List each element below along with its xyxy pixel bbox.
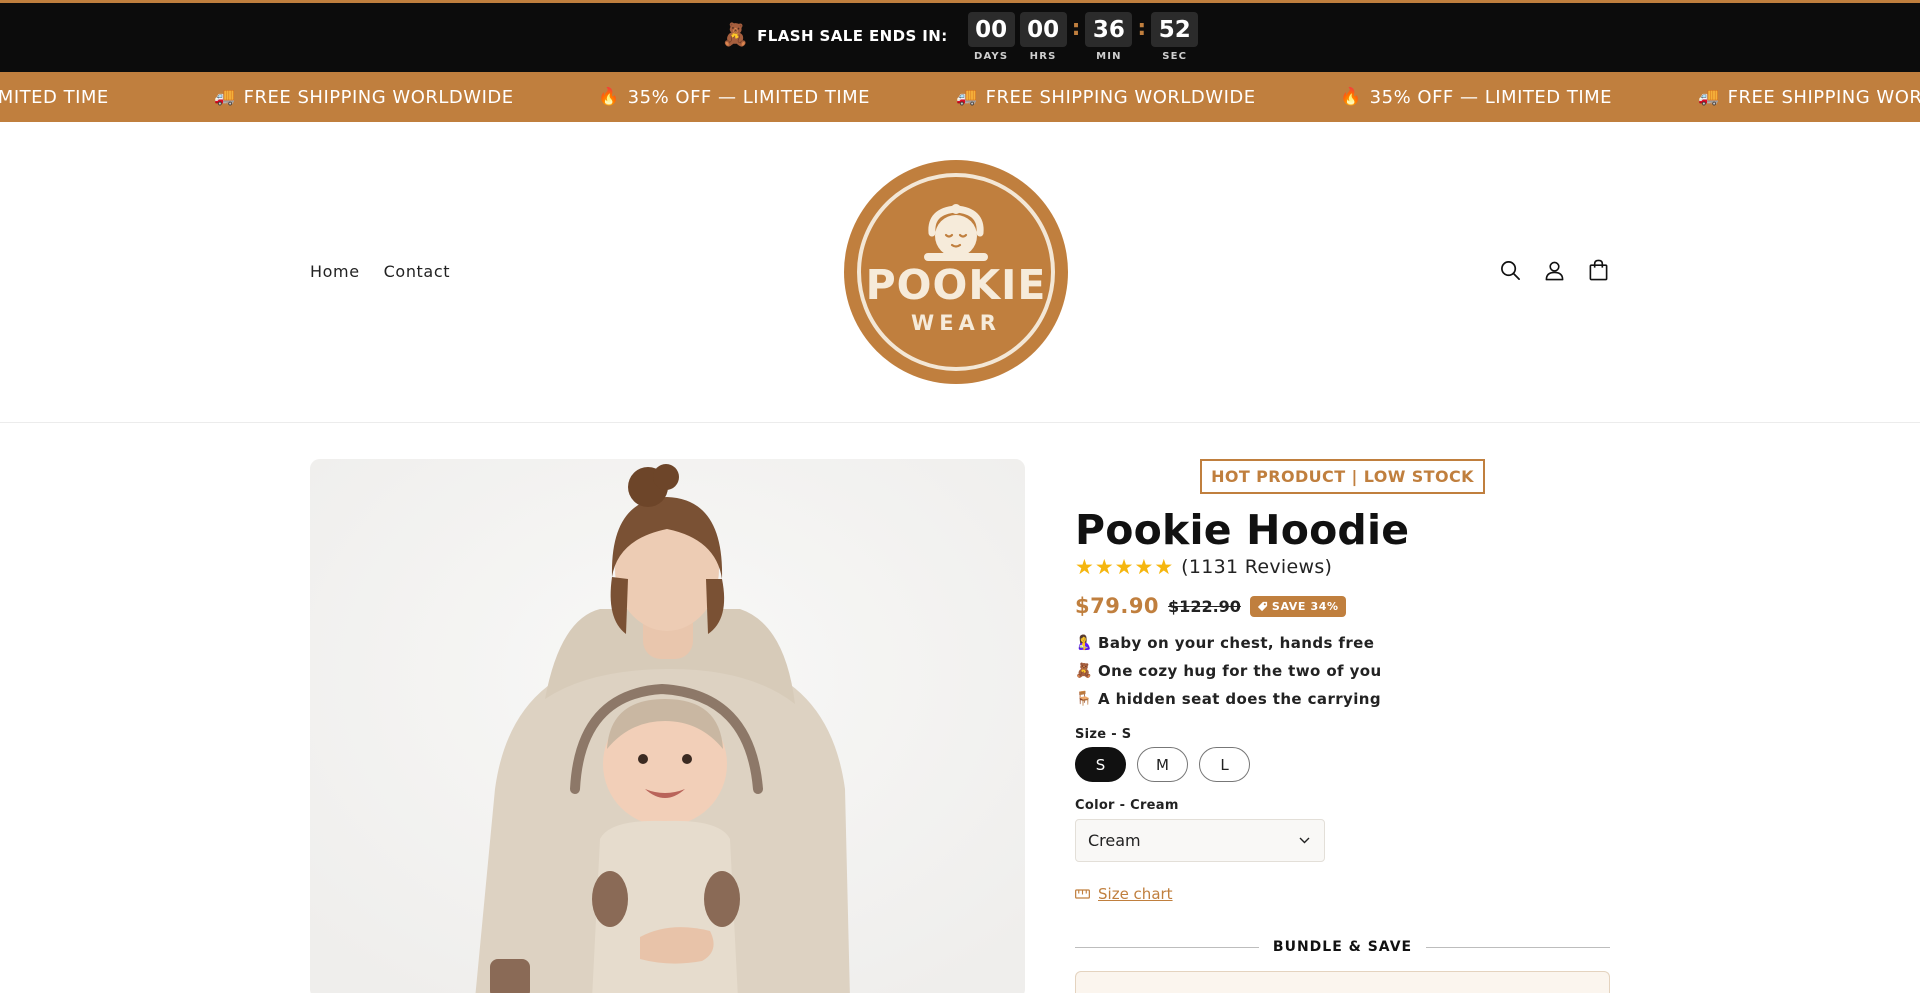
size-option-s[interactable]: S <box>1075 747 1126 782</box>
marquee-text: FREE SHIPPING WORL <box>1727 86 1920 108</box>
truck-icon: 🚚 <box>214 87 236 107</box>
timer-seconds-label: SEC <box>1162 51 1188 62</box>
benefit-item: 🧸 One cozy hug for the two of you <box>1075 657 1610 685</box>
sale-price: $79.90 <box>1075 594 1160 618</box>
star-icon: ★ <box>1114 554 1134 579</box>
flash-sale-bar: 🧸 FLASH SALE ENDS IN: 00 DAYS 00 HRS : 3… <box>0 0 1920 72</box>
star-icon: ★ <box>1154 554 1174 579</box>
search-icon[interactable] <box>1498 258 1522 282</box>
benefit-item: 🪑 A hidden seat does the carrying <box>1075 685 1610 713</box>
product-photo-illustration <box>310 459 1025 993</box>
product-info: HOT PRODUCT | LOW STOCK Pookie Hoodie ★ … <box>1075 459 1610 993</box>
marquee-item: 🔥 35% OFF — LIMITED TIME <box>598 72 870 122</box>
timer-seconds: 52 SEC <box>1151 12 1199 62</box>
size-selector: S M L <box>1075 747 1610 782</box>
marquee-item: IMITED TIME <box>0 72 109 122</box>
timer-separator: : <box>1071 16 1081 41</box>
teddy-bear-icon: 🧸 <box>721 23 750 48</box>
bundle-divider: BUNDLE & SAVE <box>1075 939 1610 955</box>
breastfeeding-icon: 🤱 <box>1075 635 1093 651</box>
marquee-text: 35% OFF — LIMITED TIME <box>627 86 871 108</box>
price-row: $79.90 $122.90 SAVE 34% <box>1075 594 1610 618</box>
logo-subtitle: WEAR <box>911 311 1001 335</box>
account-icon[interactable] <box>1542 258 1566 282</box>
save-text: SAVE 34% <box>1271 599 1339 613</box>
product-rating[interactable]: ★ ★ ★ ★ ★ (1131 Reviews) <box>1075 556 1610 578</box>
marquee-item: 🔥 35% OFF — LIMITED TIME <box>1340 72 1612 122</box>
product-title: Pookie Hoodie <box>1075 506 1410 554</box>
color-label: Color - Cream <box>1075 798 1179 813</box>
size-option-m[interactable]: M <box>1137 747 1188 782</box>
timer-seconds-value: 52 <box>1151 12 1199 47</box>
compare-price: $122.90 <box>1168 596 1241 616</box>
logo-ring: POOKIE WEAR <box>857 173 1055 371</box>
timer-hours-value: 00 <box>1019 12 1067 47</box>
hot-product-badge: HOT PRODUCT | LOW STOCK <box>1200 459 1485 494</box>
countdown-timer: 00 DAYS 00 HRS : 36 MIN : 52 SEC <box>967 12 1199 62</box>
size-chart-text: Size chart <box>1098 885 1173 903</box>
marquee-text: FREE SHIPPING WORLDWIDE <box>243 86 514 108</box>
benefit-text: A hidden seat does the carrying <box>1098 690 1381 708</box>
product-image[interactable] <box>310 459 1025 993</box>
logo-name: POOKIE <box>865 261 1047 309</box>
timer-days: 00 DAYS <box>967 12 1015 62</box>
cart-icon[interactable] <box>1586 258 1610 282</box>
benefit-text: Baby on your chest, hands free <box>1098 634 1375 652</box>
marquee-text: 35% OFF — LIMITED TIME <box>1369 86 1613 108</box>
divider-line <box>1075 946 1259 948</box>
timer-hours-label: HRS <box>1029 51 1057 62</box>
truck-icon: 🚚 <box>956 87 978 107</box>
nav-link-contact[interactable]: Contact <box>384 262 450 281</box>
rating-stars: ★ ★ ★ ★ ★ <box>1075 554 1174 579</box>
bundle-heading: BUNDLE & SAVE <box>1272 939 1413 955</box>
size-option-l[interactable]: L <box>1199 747 1250 782</box>
size-label: Size - S <box>1075 727 1132 742</box>
nav-link-home[interactable]: Home <box>310 262 360 281</box>
timer-minutes-label: MIN <box>1096 51 1122 62</box>
star-icon: ★ <box>1134 554 1154 579</box>
truck-icon: 🚚 <box>1698 87 1720 107</box>
timer-days-label: DAYS <box>973 51 1009 62</box>
tag-icon <box>1257 601 1268 611</box>
main-nav: Home Contact <box>310 262 450 281</box>
marquee-item: 🚚 FREE SHIPPING WORLDWIDE <box>956 72 1256 122</box>
chevron-down-icon <box>1299 837 1310 844</box>
benefit-list: 🤱 Baby on your chest, hands free 🧸 One c… <box>1075 629 1610 713</box>
benefit-item: 🤱 Baby on your chest, hands free <box>1075 629 1610 657</box>
ruler-icon <box>1075 889 1090 899</box>
divider-line <box>1426 946 1610 948</box>
size-chart-link[interactable]: Size chart <box>1075 885 1610 903</box>
seat-icon: 🪑 <box>1075 691 1093 707</box>
timer-minutes-value: 36 <box>1085 12 1133 47</box>
color-select-value: Cream <box>1088 831 1141 850</box>
marquee-text: IMITED TIME <box>0 86 109 108</box>
header-actions <box>1498 258 1610 282</box>
timer-separator: : <box>1137 16 1147 41</box>
badge-row: HOT PRODUCT | LOW STOCK <box>1075 459 1610 494</box>
benefit-text: One cozy hug for the two of you <box>1098 662 1382 680</box>
save-badge: SAVE 34% <box>1249 595 1346 617</box>
marquee-item: 🚚 FREE SHIPPING WORLDWIDE <box>214 72 514 122</box>
timer-hours: 00 HRS <box>1019 12 1067 62</box>
marquee-item: 🚚 FREE SHIPPING WORL <box>1698 72 1920 122</box>
timer-days-value: 00 <box>967 12 1015 47</box>
timer-minutes: 36 MIN <box>1085 12 1133 62</box>
review-count: (1131 Reviews) <box>1181 556 1333 578</box>
flash-sale-label-group: 🧸 FLASH SALE ENDS IN: <box>722 25 948 47</box>
star-icon: ★ <box>1094 554 1114 579</box>
flash-sale-label: FLASH SALE ENDS IN: <box>757 27 948 45</box>
announcement-marquee: IMITED TIME 🚚 FREE SHIPPING WORLDWIDE 🔥 … <box>0 72 1920 122</box>
fire-icon: 🔥 <box>598 87 620 107</box>
teddy-bear-icon: 🧸 <box>1075 663 1093 679</box>
marquee-text: FREE SHIPPING WORLDWIDE <box>985 86 1256 108</box>
baby-face-icon <box>924 204 988 261</box>
site-logo[interactable]: POOKIE WEAR <box>844 160 1068 384</box>
site-header: Home Contact POOKIE WEAR <box>0 122 1920 423</box>
star-icon: ★ <box>1075 554 1094 579</box>
color-select[interactable]: Cream <box>1075 819 1325 862</box>
fire-icon: 🔥 <box>1340 87 1362 107</box>
bundle-option-card[interactable] <box>1075 971 1610 993</box>
